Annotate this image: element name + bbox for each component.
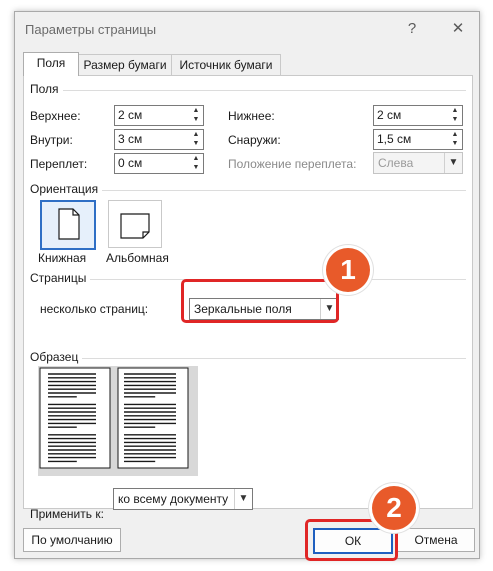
gutter-position-select: Слева ▼ — [373, 152, 463, 174]
inside-margin-label: Внутри: — [30, 133, 73, 147]
spin-up-icon[interactable]: ▲ — [448, 130, 462, 139]
gutter-value: 0 см — [118, 156, 143, 170]
preview-area — [38, 366, 198, 476]
apply-to-value: ко всему документу — [118, 492, 229, 506]
spin-down-icon[interactable]: ▼ — [448, 139, 462, 148]
orientation-group-title: Ориентация — [30, 182, 103, 196]
chevron-down-icon[interactable]: ▼ — [234, 489, 252, 509]
landscape-label: Альбомная — [106, 251, 169, 265]
chevron-down-icon: ▼ — [444, 153, 462, 173]
outside-margin-spinner[interactable]: 1,5 см ▲ ▼ — [373, 129, 463, 150]
gutter-spinner[interactable]: 0 см ▲ ▼ — [114, 153, 204, 174]
landscape-page-icon — [120, 213, 150, 239]
title-bar: Параметры страницы ? ✕ — [15, 12, 479, 48]
preview-pages-image — [39, 367, 189, 469]
spin-up-icon[interactable]: ▲ — [448, 106, 462, 115]
gutter-position-label: Положение переплета: — [228, 157, 357, 171]
pages-group-title: Страницы — [30, 271, 91, 285]
tab-margins[interactable]: Поля — [23, 52, 79, 76]
inside-margin-value: 3 см — [118, 132, 143, 146]
window-title: Параметры страницы — [25, 22, 157, 37]
spin-up-icon[interactable]: ▲ — [189, 154, 203, 163]
step-badge-2: 2 — [372, 486, 416, 530]
divider — [30, 90, 466, 91]
outside-margin-value: 1,5 см — [377, 132, 412, 146]
bottom-margin-label: Нижнее: — [228, 109, 275, 123]
apply-to-select[interactable]: ко всему документу ▼ — [113, 488, 253, 510]
bottom-margin-spinner[interactable]: 2 см ▲ ▼ — [373, 105, 463, 126]
outside-margin-label: Снаружи: — [228, 133, 281, 147]
apply-to-label: Применить к: — [30, 507, 104, 521]
gutter-label: Переплет: — [30, 157, 88, 171]
portrait-page-icon — [58, 208, 80, 240]
cancel-button[interactable]: Отмена — [397, 528, 475, 552]
tab-paper-size[interactable]: Размер бумаги — [78, 54, 172, 76]
portrait-button[interactable] — [40, 200, 96, 250]
close-icon[interactable]: ✕ — [447, 18, 469, 40]
top-margin-spinner[interactable]: 2 см ▲ ▼ — [114, 105, 204, 126]
spin-up-icon[interactable]: ▲ — [189, 130, 203, 139]
preview-group-title: Образец — [30, 350, 83, 364]
spin-down-icon[interactable]: ▼ — [189, 139, 203, 148]
bottom-margin-value: 2 см — [377, 108, 402, 122]
portrait-label: Книжная — [38, 251, 87, 265]
multiple-pages-label: несколько страниц: — [40, 302, 149, 316]
step-badge-1: 1 — [326, 248, 370, 292]
spin-down-icon[interactable]: ▼ — [448, 115, 462, 124]
top-margin-label: Верхнее: — [30, 109, 81, 123]
spin-up-icon[interactable]: ▲ — [189, 106, 203, 115]
top-margin-value: 2 см — [118, 108, 143, 122]
divider — [30, 358, 466, 359]
gutter-position-value: Слева — [378, 156, 414, 170]
set-default-button[interactable]: По умолчанию — [23, 528, 121, 552]
highlight-frame-pages — [181, 279, 339, 323]
spin-down-icon[interactable]: ▼ — [189, 163, 203, 172]
help-icon[interactable]: ? — [401, 18, 423, 40]
spin-down-icon[interactable]: ▼ — [189, 115, 203, 124]
inside-margin-spinner[interactable]: 3 см ▲ ▼ — [114, 129, 204, 150]
margins-group-title: Поля — [30, 82, 63, 96]
tab-paper-source[interactable]: Источник бумаги — [171, 54, 281, 76]
landscape-button[interactable] — [108, 200, 162, 248]
